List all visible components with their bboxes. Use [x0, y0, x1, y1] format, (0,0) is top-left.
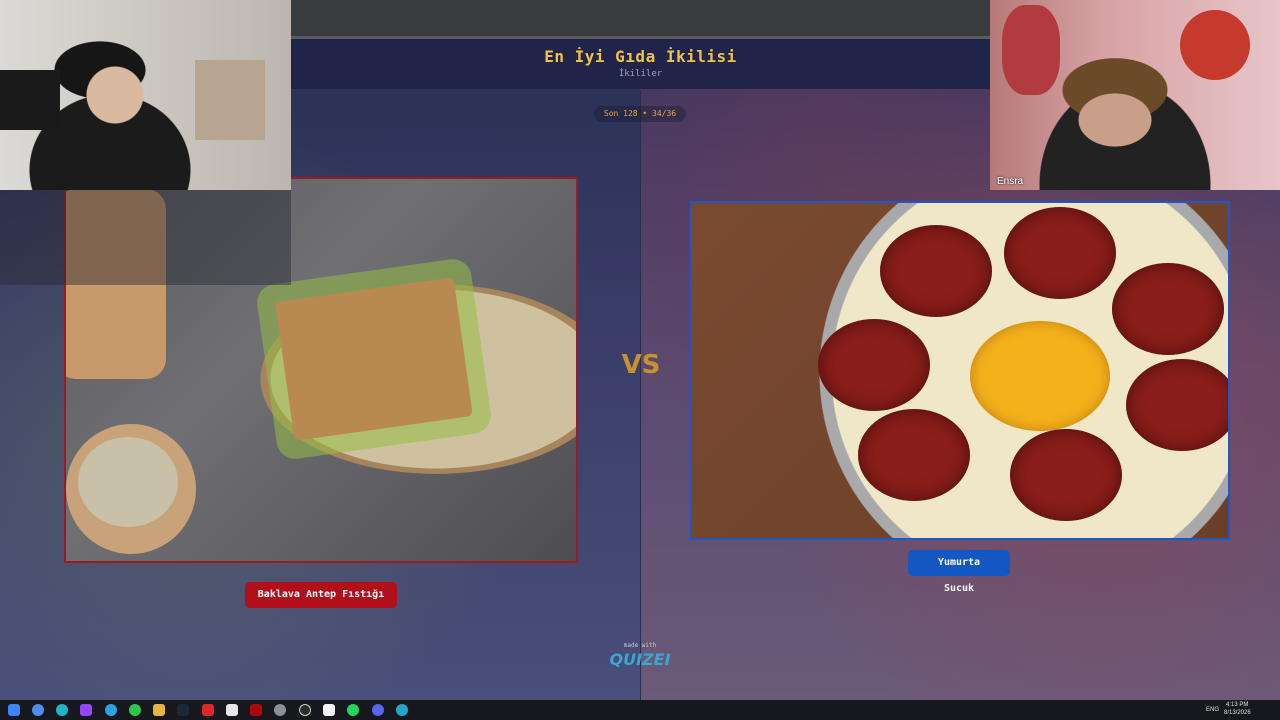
quiz-subtitle: İkililer	[618, 69, 663, 79]
sucuk-slice	[1126, 359, 1228, 451]
capcut-icon[interactable]	[323, 704, 335, 716]
settings-icon[interactable]	[274, 704, 286, 716]
sucuk-slice	[1112, 263, 1224, 355]
chrome-icon[interactable]	[32, 704, 44, 716]
browser-top-bar	[291, 0, 990, 36]
sucuk-slice	[1004, 207, 1116, 299]
windows-start-icon[interactable]	[8, 704, 20, 716]
egg-yolk	[970, 321, 1110, 431]
chair	[0, 70, 60, 130]
brand-logo[interactable]: QUIZEI	[604, 650, 676, 669]
language-indicator[interactable]: ENG	[1206, 707, 1219, 713]
sucuk-slice	[880, 225, 992, 317]
quiz-title: En İyi Gıda İkilisi	[544, 47, 737, 66]
netflix-icon[interactable]	[250, 704, 262, 716]
sucuk-slice	[858, 409, 970, 501]
made-with-label: made with	[623, 642, 657, 649]
left-option-button[interactable]: Baklava Antep Fıstığı	[245, 582, 397, 608]
right-option-image[interactable]	[690, 201, 1230, 540]
wall-poster	[1002, 5, 1060, 95]
webcam-name-label: Ensra	[997, 176, 1024, 187]
wall-logo	[1180, 10, 1250, 80]
pistachio-nuts	[78, 437, 178, 527]
round-progress: Son 128 • 34/36	[594, 106, 686, 122]
edge-icon[interactable]	[56, 704, 68, 716]
webcam-overlay-shadow	[0, 190, 291, 285]
windows-taskbar	[0, 700, 1280, 720]
cabinet	[195, 60, 265, 140]
spotify-icon[interactable]	[347, 704, 359, 716]
telegram-icon[interactable]	[105, 704, 117, 716]
browser-icon[interactable]	[396, 704, 408, 716]
sucuk-slice	[1010, 429, 1122, 521]
versus-bolt-icon: VS	[621, 350, 661, 380]
baklava-pieces	[275, 277, 473, 441]
right-option-button[interactable]: Yumurta Sucuk	[908, 550, 1010, 594]
streamer-webcam-left	[0, 0, 291, 190]
discord-icon[interactable]	[372, 704, 384, 716]
center-divider	[640, 90, 641, 700]
notion-icon[interactable]	[226, 704, 238, 716]
steam-icon[interactable]	[177, 704, 189, 716]
clock-time[interactable]: 4:13 PM	[1226, 702, 1248, 708]
adobe-icon[interactable]	[202, 704, 214, 716]
twitch-icon[interactable]	[80, 704, 92, 716]
file-explorer-icon[interactable]	[153, 704, 165, 716]
obs-icon[interactable]	[299, 704, 311, 716]
clock-date[interactable]: 8/13/2026	[1224, 710, 1251, 716]
whatsapp-icon[interactable]	[129, 704, 141, 716]
streamer-webcam-right	[990, 0, 1280, 190]
sucuk-slice	[818, 319, 930, 411]
